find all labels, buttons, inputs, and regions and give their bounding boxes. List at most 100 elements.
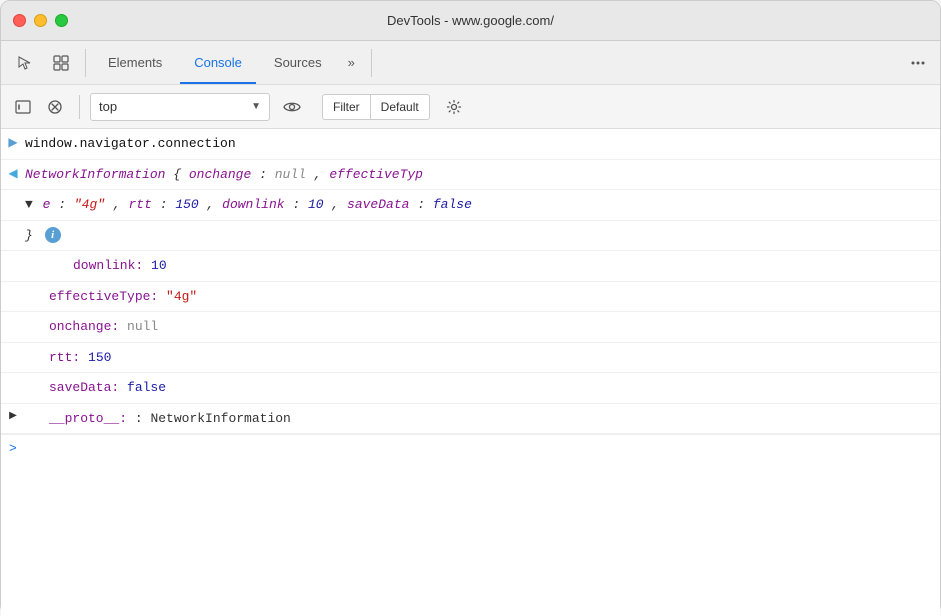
prop-rtt: rtt: 150 — [25, 345, 932, 371]
tab-sources[interactable]: Sources — [260, 41, 336, 84]
row-gutter-dl — [25, 253, 49, 256]
row-gutter-rtt — [1, 345, 25, 348]
colon1: : — [259, 167, 275, 182]
command-value: window.navigator.connection — [25, 136, 236, 151]
minimize-button[interactable] — [34, 14, 47, 27]
output-line2-italic: ▼ e : "4g" , rtt : 150 , downlink : 10 ,… — [25, 197, 472, 212]
colon5: : — [417, 197, 433, 212]
brace-open: { — [173, 167, 181, 182]
context-selector-text: top — [99, 99, 243, 114]
right-arrow-icon: ▶ — [8, 134, 17, 152]
downlink-key: downlink — [222, 197, 284, 212]
prop-savedata-row: saveData: false — [1, 373, 940, 404]
e-key: e — [43, 197, 51, 212]
null-val: null — [275, 167, 306, 182]
traffic-lights — [13, 14, 68, 27]
colon2: : — [58, 197, 74, 212]
console-output-row-1: ◀ NetworkInformation { onchange : null ,… — [1, 160, 940, 191]
prop-downlink-row: downlink: 10 — [1, 251, 940, 282]
prompt-row: > — [1, 434, 940, 463]
prop-effectivetype-row: effectiveType: "4g" — [1, 282, 940, 313]
console-output-row-3: } i — [1, 221, 940, 252]
output-line-1: NetworkInformation { onchange : null , e… — [25, 162, 932, 188]
title-bar: DevTools - www.google.com/ — [1, 1, 940, 41]
output-line-3: } i — [25, 223, 932, 249]
output-line-2: ▼ e : "4g" , rtt : 150 , downlink : 10 ,… — [25, 192, 932, 218]
value-4g: "4g" — [74, 197, 105, 212]
console-output-row-2: ▼ e : "4g" , rtt : 150 , downlink : 10 ,… — [1, 190, 940, 221]
row-gutter-et — [1, 284, 25, 287]
space6: : — [135, 411, 151, 426]
close-button[interactable] — [13, 14, 26, 27]
row-gutter-2 — [1, 192, 25, 195]
console-input[interactable] — [23, 441, 932, 456]
command-text: window.navigator.connection — [25, 131, 932, 157]
savedata-key: saveData — [347, 197, 409, 212]
effectivetype-key: effectiveTyp — [329, 167, 423, 182]
cursor-icon[interactable] — [9, 47, 41, 79]
downlink-prop-key: downlink: — [73, 258, 143, 273]
downlink-prop-val: 10 — [151, 258, 167, 273]
dropdown-arrow-icon: ▼ — [251, 101, 261, 112]
class-name: NetworkInformation — [25, 167, 165, 182]
comma4: , — [331, 197, 347, 212]
toolbar-divider — [79, 95, 80, 119]
more-options-button[interactable] — [904, 49, 932, 77]
downlink-val: 10 — [308, 197, 324, 212]
eye-icon[interactable] — [278, 93, 306, 121]
onchange-prop-val: null — [127, 319, 158, 334]
rtt-prop-val: 150 — [88, 350, 111, 365]
effectivetype-prop-key: effectiveType: — [49, 289, 158, 304]
tab-bar: Elements Console Sources » — [1, 41, 940, 85]
comma1: , — [314, 167, 330, 182]
prop-onchange: onchange: null — [25, 314, 932, 340]
row-gutter-sd — [1, 375, 25, 378]
default-button[interactable]: Default — [370, 94, 430, 120]
filter-button[interactable]: Filter — [322, 94, 370, 120]
prop-savedata: saveData: false — [25, 375, 932, 401]
info-badge[interactable]: i — [45, 227, 61, 243]
context-selector[interactable]: top ▼ — [90, 93, 270, 121]
onchange-key: onchange — [189, 167, 251, 182]
toolbar: top ▼ Filter Default — [1, 85, 940, 129]
clear-icon[interactable] — [41, 93, 69, 121]
brace-close: } — [25, 228, 33, 243]
colon4: : — [292, 197, 308, 212]
colon3: : — [160, 197, 176, 212]
inspect-icon[interactable] — [45, 47, 77, 79]
output-line3-italic: } i — [25, 228, 61, 243]
tab-elements[interactable]: Elements — [94, 41, 176, 84]
console-command-row: ▶ window.navigator.connection — [1, 129, 940, 160]
tab-console[interactable]: Console — [180, 41, 256, 84]
onchange-prop-key: onchange: — [49, 319, 119, 334]
proto-expand-icon[interactable]: ▶ — [9, 409, 17, 424]
prop-onchange-row: onchange: null — [1, 312, 940, 343]
tab-divider-1 — [85, 49, 86, 77]
comma2: , — [113, 197, 129, 212]
row-gutter-command: ▶ — [1, 131, 25, 152]
filter-section: Filter Default — [322, 94, 430, 120]
rtt-prop-key: rtt: — [49, 350, 80, 365]
prop-rtt-row: rtt: 150 — [1, 343, 940, 374]
proto-key: __proto__: — [49, 411, 127, 426]
tab-divider-2 — [371, 49, 372, 77]
tab-more[interactable]: » — [340, 49, 363, 76]
prop-proto: __proto__: : NetworkInformation — [25, 406, 932, 432]
prop-proto-row: ▶ __proto__: : NetworkInformation — [1, 404, 940, 435]
window-title: DevTools - www.google.com/ — [387, 13, 554, 28]
tab-bar-right — [904, 49, 932, 77]
row-gutter-oc — [1, 314, 25, 317]
console-content: ▶ window.navigator.connection ◀ NetworkI… — [1, 129, 940, 616]
proto-val: NetworkInformation — [150, 411, 290, 426]
maximize-button[interactable] — [55, 14, 68, 27]
collapse-arrow-icon[interactable]: ▼ — [25, 195, 33, 215]
savedata-val: false — [433, 197, 472, 212]
settings-icon[interactable] — [440, 93, 468, 121]
rtt-val: 150 — [175, 197, 198, 212]
left-arrow-icon: ◀ — [8, 165, 17, 183]
row-gutter-1: ◀ — [1, 162, 25, 183]
execute-icon[interactable] — [9, 93, 37, 121]
rtt-key: rtt — [129, 197, 152, 212]
output-network-info: NetworkInformation { onchange : null , e… — [25, 167, 423, 182]
prop-downlink: downlink: 10 — [49, 253, 932, 279]
